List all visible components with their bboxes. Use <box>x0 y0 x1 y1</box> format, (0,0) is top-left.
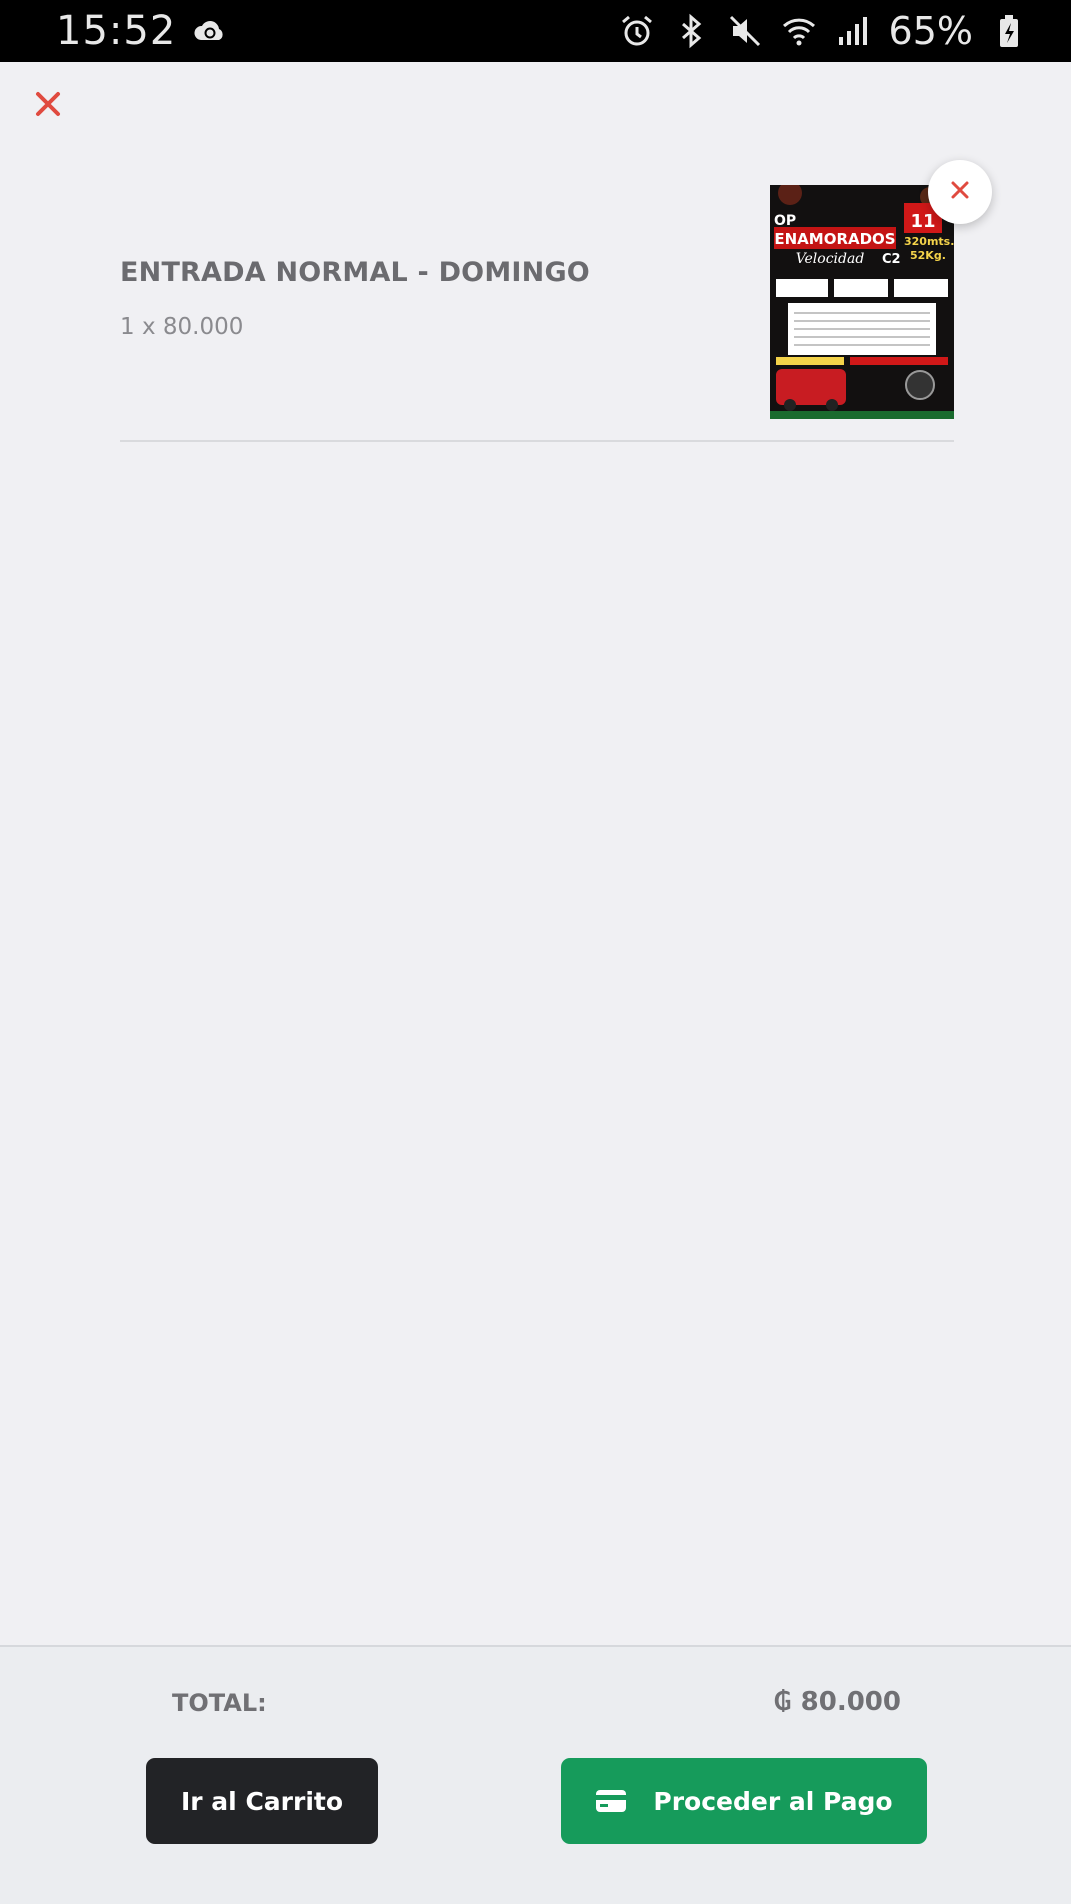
poster-weight: 52Kg. <box>910 249 946 262</box>
cloud-sync-icon <box>192 13 228 49</box>
poster-tag: C2 <box>882 252 901 267</box>
event-poster-image: 11 OP ENAMORADOS Velocidad C2 320mts. 52… <box>770 185 954 419</box>
status-time: 15:52 <box>56 8 177 54</box>
proceed-to-payment-label: Proceder al Pago <box>653 1786 893 1816</box>
battery-percent: 65% <box>888 9 973 53</box>
status-bar: 15:52 65% <box>0 0 1071 62</box>
go-to-cart-label: Ir al Carrito <box>180 1786 344 1816</box>
item-divider <box>120 440 954 442</box>
poster-subhead: Velocidad <box>796 251 865 267</box>
proceed-to-payment-button[interactable]: Proceder al Pago <box>561 1758 927 1844</box>
credit-card-icon <box>595 1788 627 1814</box>
mute-icon <box>727 13 763 49</box>
go-to-cart-button[interactable]: Ir al Carrito <box>146 1758 378 1844</box>
poster-date-badge: 11 <box>910 211 935 232</box>
item-quantity-price: 1 x 80.000 <box>120 314 244 340</box>
poster-prefix: OP <box>774 213 796 229</box>
poster-headline: ENAMORADOS <box>774 230 895 248</box>
checkout-footer: TOTAL: ₲ 80.000 Ir al Carrito Proceder a… <box>0 1645 1071 1904</box>
close-icon <box>949 179 971 205</box>
alarm-icon <box>619 13 655 49</box>
battery-icon <box>991 13 1027 49</box>
remove-item-button[interactable] <box>928 160 992 224</box>
bluetooth-icon <box>673 13 709 49</box>
close-icon[interactable] <box>30 86 66 122</box>
item-title: ENTRADA NORMAL - DOMINGO <box>120 257 590 288</box>
wifi-icon <box>781 13 817 49</box>
poster-distance: 320mts. <box>904 235 954 248</box>
total-value: ₲ 80.000 <box>773 1687 901 1717</box>
cart-screen: 15:52 65% ENTRADA NORMAL - DOMINGO 1 x 8… <box>0 0 1071 1904</box>
signal-icon <box>835 13 871 49</box>
total-label: TOTAL: <box>172 1689 267 1717</box>
